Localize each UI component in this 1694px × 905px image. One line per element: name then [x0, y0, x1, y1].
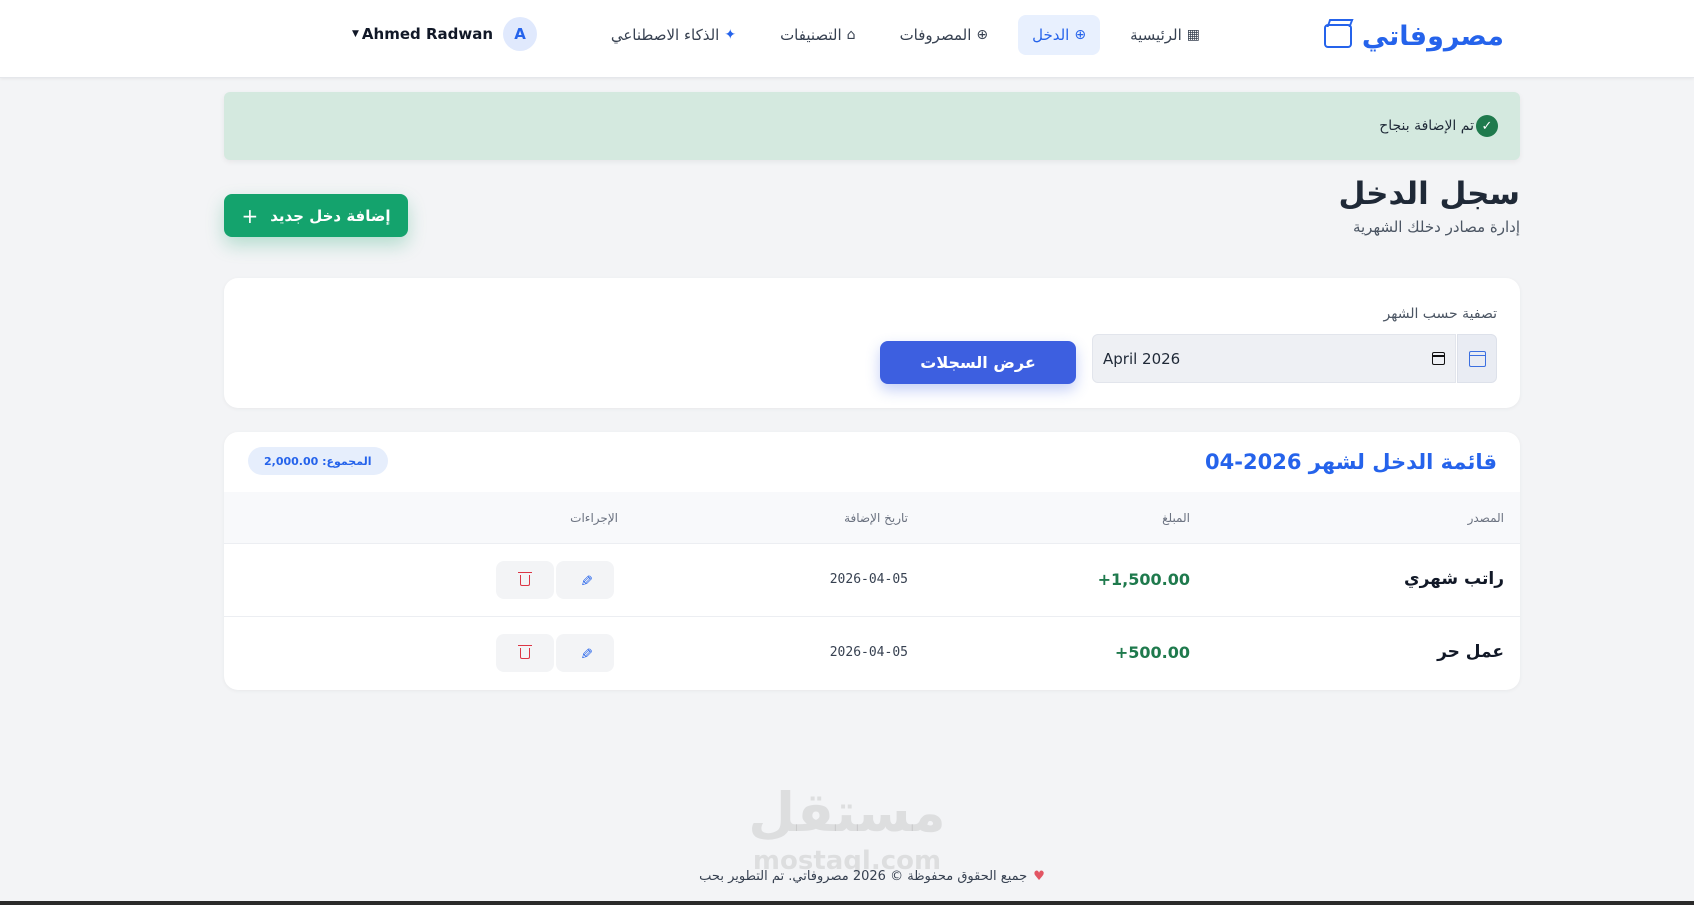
main-nav: ▦ الرئيسية ⊕ الدخل ⊕ المصروفات ⌂ التصنيف…: [597, 15, 1214, 55]
plus-icon: +: [241, 203, 259, 228]
grid-icon: ▦: [1186, 27, 1200, 43]
arrow-up-circle-icon: ⊕: [976, 27, 989, 43]
nav-item-ai[interactable]: ✦ الذكاء الاصطناعي: [597, 15, 750, 55]
calendar-addon: [1457, 334, 1497, 383]
month-input[interactable]: April 2026: [1092, 334, 1456, 383]
success-alert: ✓ تم الإضافة بنجاح: [224, 92, 1520, 160]
arrow-down-circle-icon: ⊕: [1074, 27, 1087, 43]
date-picker-icon[interactable]: [1432, 352, 1445, 365]
nav-item-label: الذكاء الاصطناعي: [610, 26, 720, 44]
row-amount: +1,500.00: [1097, 570, 1190, 589]
nav-item-categories[interactable]: ⌂ التصنيفات: [766, 15, 870, 55]
nav-item-label: المصروفات: [899, 26, 972, 44]
income-list-card: قائمة الدخل لشهر 2026-04 المجموع: 2,000.…: [224, 432, 1520, 690]
nav-item-home[interactable]: ▦ الرئيسية: [1116, 15, 1214, 55]
page-title: سجل الدخل: [1338, 176, 1520, 212]
edit-button[interactable]: ✎: [556, 561, 614, 599]
nav-item-label: الرئيسية: [1130, 26, 1182, 44]
row-amount: +500.00: [1114, 643, 1190, 662]
table-row: عمل حر +500.00 2026-04-05 ✎: [224, 617, 1520, 690]
bottom-bar: [0, 901, 1694, 905]
nav-item-income[interactable]: ⊕ الدخل: [1018, 15, 1101, 55]
user-name: Ahmed Radwan: [361, 25, 494, 43]
user-name-dropdown[interactable]: ▼ Ahmed Radwan: [352, 25, 493, 43]
row-source: عمل حر: [1437, 642, 1504, 662]
calendar-icon: [1468, 350, 1486, 367]
tags-icon: ⌂: [846, 27, 856, 43]
month-value: April 2026: [1103, 349, 1181, 368]
alert-message: تم الإضافة بنجاح: [1379, 118, 1474, 134]
filter-label: تصفية حسب الشهر: [1383, 306, 1497, 322]
pencil-icon: ✎: [576, 573, 594, 587]
brand-name: مصروفاتي: [1361, 20, 1504, 52]
pencil-icon: ✎: [576, 646, 594, 660]
wallet-icon: [1323, 24, 1352, 48]
row-source: راتب شهري: [1403, 569, 1504, 589]
sparkle-icon: ✦: [724, 27, 737, 43]
delete-button[interactable]: [496, 634, 554, 672]
total-badge: المجموع: 2,000.00: [248, 447, 388, 475]
column-header-actions: الإجراءات: [570, 511, 618, 525]
page-subtitle: إدارة مصادر دخلك الشهرية: [1352, 218, 1520, 236]
list-title: قائمة الدخل لشهر 2026-04: [1205, 450, 1497, 474]
filter-card: تصفية حسب الشهر April 2026 عرض السجلات: [224, 278, 1520, 408]
heart-icon: ♥: [1033, 869, 1045, 884]
row-date: 2026-04-05: [829, 572, 908, 587]
footer: جميع الحقوق محفوظة © 2026 مصروفاتي. تم ا…: [692, 869, 1052, 884]
edit-button[interactable]: ✎: [556, 634, 614, 672]
user-menu[interactable]: ▼ Ahmed Radwan A: [352, 17, 538, 51]
nav-item-label: الدخل: [1032, 26, 1070, 44]
trash-icon: [518, 571, 532, 586]
column-header-amount: المبلغ: [1162, 511, 1190, 525]
column-header-source: المصدر: [1467, 511, 1504, 525]
check-circle-icon: ✓: [1476, 115, 1498, 137]
add-income-label: إضافة دخل جديد: [270, 206, 391, 225]
column-header-date: تاريخ الإضافة: [844, 511, 908, 525]
delete-button[interactable]: [496, 561, 554, 599]
add-income-button[interactable]: إضافة دخل جديد +: [224, 194, 408, 237]
caret-down-icon: ▼: [352, 29, 359, 39]
table-header: المصدر المبلغ تاريخ الإضافة الإجراءات: [224, 492, 1520, 544]
avatar[interactable]: A: [503, 17, 538, 51]
top-navbar: مصروفاتي ▦ الرئيسية ⊕ الدخل ⊕ المصروفات …: [0, 0, 1694, 78]
table-row: راتب شهري +1,500.00 2026-04-05 ✎: [224, 544, 1520, 617]
row-date: 2026-04-05: [829, 645, 908, 660]
nav-item-expenses[interactable]: ⊕ المصروفات: [886, 15, 1003, 55]
footer-copyright: جميع الحقوق محفوظة © 2026 مصروفاتي. تم ا…: [699, 869, 1028, 884]
trash-icon: [518, 644, 532, 659]
brand-logo[interactable]: مصروفاتي: [1323, 16, 1504, 56]
watermark: مستقل: [748, 781, 946, 844]
nav-item-label: التصنيفات: [780, 26, 842, 44]
show-records-button[interactable]: عرض السجلات: [880, 341, 1076, 384]
